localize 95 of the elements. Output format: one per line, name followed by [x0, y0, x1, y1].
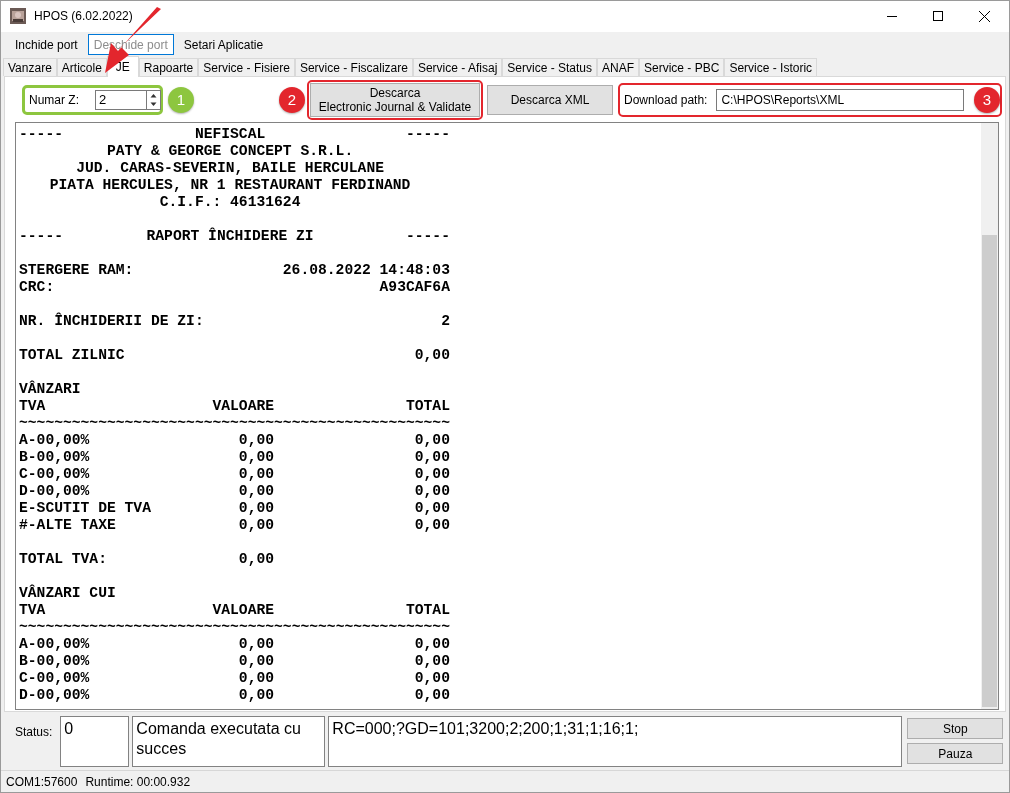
menu-item[interactable]: Setari Aplicatie — [177, 33, 270, 55]
receipt-heading: NEFISCAL — [194, 126, 266, 144]
download-button[interactable]: Descarca XML — [487, 84, 613, 115]
receipt-value: 0,00 — [414, 517, 450, 535]
status-code: 0 — [60, 716, 130, 768]
receipt-value: VALOARE — [212, 398, 275, 416]
maximize-icon[interactable] — [933, 11, 943, 22]
status-label: Status: — [15, 725, 53, 740]
field-label: Numar Z: — [29, 92, 79, 107]
receipt-value: 0,00 — [238, 517, 275, 535]
receipt-value: 0,00 — [238, 432, 275, 450]
control-button[interactable]: Stop — [907, 718, 1004, 740]
app-icon — [10, 8, 26, 25]
download-button[interactable]: Descarca Electronic Journal & Validate — [310, 82, 480, 117]
receipt-text: ~~~~~~~~~~~~~~~~~~~~~~~~~~~~~~~~~~~~~~~~~~~~~~~~~ — [19, 415, 450, 433]
runtime-text: Runtime: 00:00.932 — [85, 774, 191, 789]
menu-item[interactable]: Inchide port — [9, 33, 84, 55]
receipt-value: VALOARE — [212, 602, 275, 620]
receipt-value: 0,00 — [238, 653, 275, 671]
receipt-value: 0,00 — [238, 687, 275, 705]
receipt-text: D-00,00% — [19, 687, 90, 705]
receipt-text: C-00,00% — [19, 670, 90, 688]
receipt-heading: JUD. CARAS-SEVERIN, BAILE HERCULANE — [76, 160, 384, 178]
receipt-text: A-00,00% — [19, 636, 90, 654]
receipt-heading: RAPORT ÎNCHIDERE ZI — [146, 228, 314, 246]
tab[interactable]: ANAF — [597, 58, 639, 77]
scrollbar-thumb[interactable] — [982, 235, 997, 708]
receipt-value: 2 — [441, 313, 450, 331]
port-text: COM1:57600 — [6, 774, 78, 789]
receipt-value: 0,00 — [238, 636, 275, 654]
receipt-value: 0,00 — [238, 670, 275, 688]
receipt-value: 0,00 — [414, 687, 450, 705]
field-label: Download path: — [624, 92, 708, 107]
receipt-value: 0,00 — [414, 483, 450, 501]
control-button[interactable]: Pauza — [907, 743, 1004, 765]
number-field[interactable]: 2 — [95, 89, 146, 110]
number-badge: 1 — [168, 86, 194, 113]
receipt-text: ----- — [19, 228, 63, 246]
tab[interactable]: Service - Afisaj — [412, 58, 503, 77]
receipt-value: ----- — [405, 126, 450, 144]
receipt-value: 0,00 — [238, 500, 275, 518]
receipt-value: 0,00 — [414, 500, 450, 518]
receipt-value: 0,00 — [414, 636, 450, 654]
receipt-value: 0,00 — [238, 449, 275, 467]
receipt-text: TVA — [19, 602, 46, 620]
receipt-text: VÂNZARI — [19, 381, 81, 399]
receipt-value: ----- — [405, 228, 450, 246]
receipt-text: #-ALTE TAXE — [19, 517, 116, 535]
path-field[interactable]: C:\HPOS\Reports\XML — [716, 88, 965, 111]
status-message: Comanda executata cu succes — [132, 716, 326, 768]
receipt-value: 0,00 — [238, 483, 275, 501]
receipt-text: B-00,00% — [19, 653, 90, 671]
receipt-value: 0,00 — [414, 670, 450, 688]
receipt-heading: C.I.F.: 46131624 — [159, 194, 301, 212]
receipt-value: 0,00 — [414, 432, 450, 450]
receipt-value: 0,00 — [414, 449, 450, 467]
receipt-text: VÂNZARI CUI — [19, 585, 116, 603]
receipt-text: E-SCUTIT DE TVA — [19, 500, 151, 518]
receipt-value: TOTAL — [405, 602, 450, 620]
tab[interactable]: Service - Fiscalizare — [294, 58, 413, 77]
receipt-value: 0,00 — [414, 347, 450, 365]
tab[interactable]: Articole — [56, 58, 107, 77]
receipt-text: C-00,00% — [19, 466, 90, 484]
receipt-value: TOTAL — [405, 398, 450, 416]
receipt-text: ----- — [19, 126, 63, 144]
number-badge: 3 — [974, 86, 1000, 113]
receipt-text: ~~~~~~~~~~~~~~~~~~~~~~~~~~~~~~~~~~~~~~~~~~~~~~~~~ — [19, 619, 450, 637]
close-icon[interactable] — [979, 10, 990, 22]
receipt-text: NR. ÎNCHIDERII DE ZI: — [19, 313, 204, 331]
receipt-value: 26.08.2022 14:48:03 — [282, 262, 450, 280]
receipt-text: TVA — [19, 398, 46, 416]
receipt-text: STERGERE RAM: — [19, 262, 134, 280]
receipt-text: A-00,00% — [19, 432, 90, 450]
receipt-heading: PATY & GEORGE CONCEPT S.R.L. — [106, 143, 354, 161]
window-title: HPOS (6.02.2022) — [34, 9, 133, 24]
receipt-value: 0,00 — [238, 466, 275, 484]
tab[interactable]: Vanzare — [3, 58, 57, 77]
receipt-text: TOTAL ZILNIC — [19, 347, 125, 365]
receipt-text: D-00,00% — [19, 483, 90, 501]
receipt-value: A93CAF6A — [379, 279, 450, 297]
tab[interactable]: Service - PBC — [639, 58, 725, 77]
scrollbar[interactable] — [981, 123, 998, 710]
receipt-heading: PIATA HERCULES, NR 1 RESTAURANT FERDINAND — [49, 177, 411, 195]
tab[interactable]: Service - Fisiere — [198, 58, 295, 77]
receipt-text: B-00,00% — [19, 449, 90, 467]
receipt-value: 0,00 — [414, 466, 450, 484]
receipt-value: 0,00 — [414, 653, 450, 671]
number-badge: 2 — [279, 86, 305, 113]
tab[interactable]: Rapoarte — [138, 58, 199, 77]
receipt-value: 0,00 — [238, 551, 275, 569]
tab[interactable]: Service - Istoric — [724, 58, 818, 77]
receipt-text: TOTAL TVA: — [19, 551, 107, 569]
tab[interactable]: Service - Status — [502, 58, 597, 77]
receipt-text: CRC: — [19, 279, 55, 297]
response-text: RC=000;?GD=101;3200;2;200;1;31;1;16;1; — [328, 716, 903, 768]
